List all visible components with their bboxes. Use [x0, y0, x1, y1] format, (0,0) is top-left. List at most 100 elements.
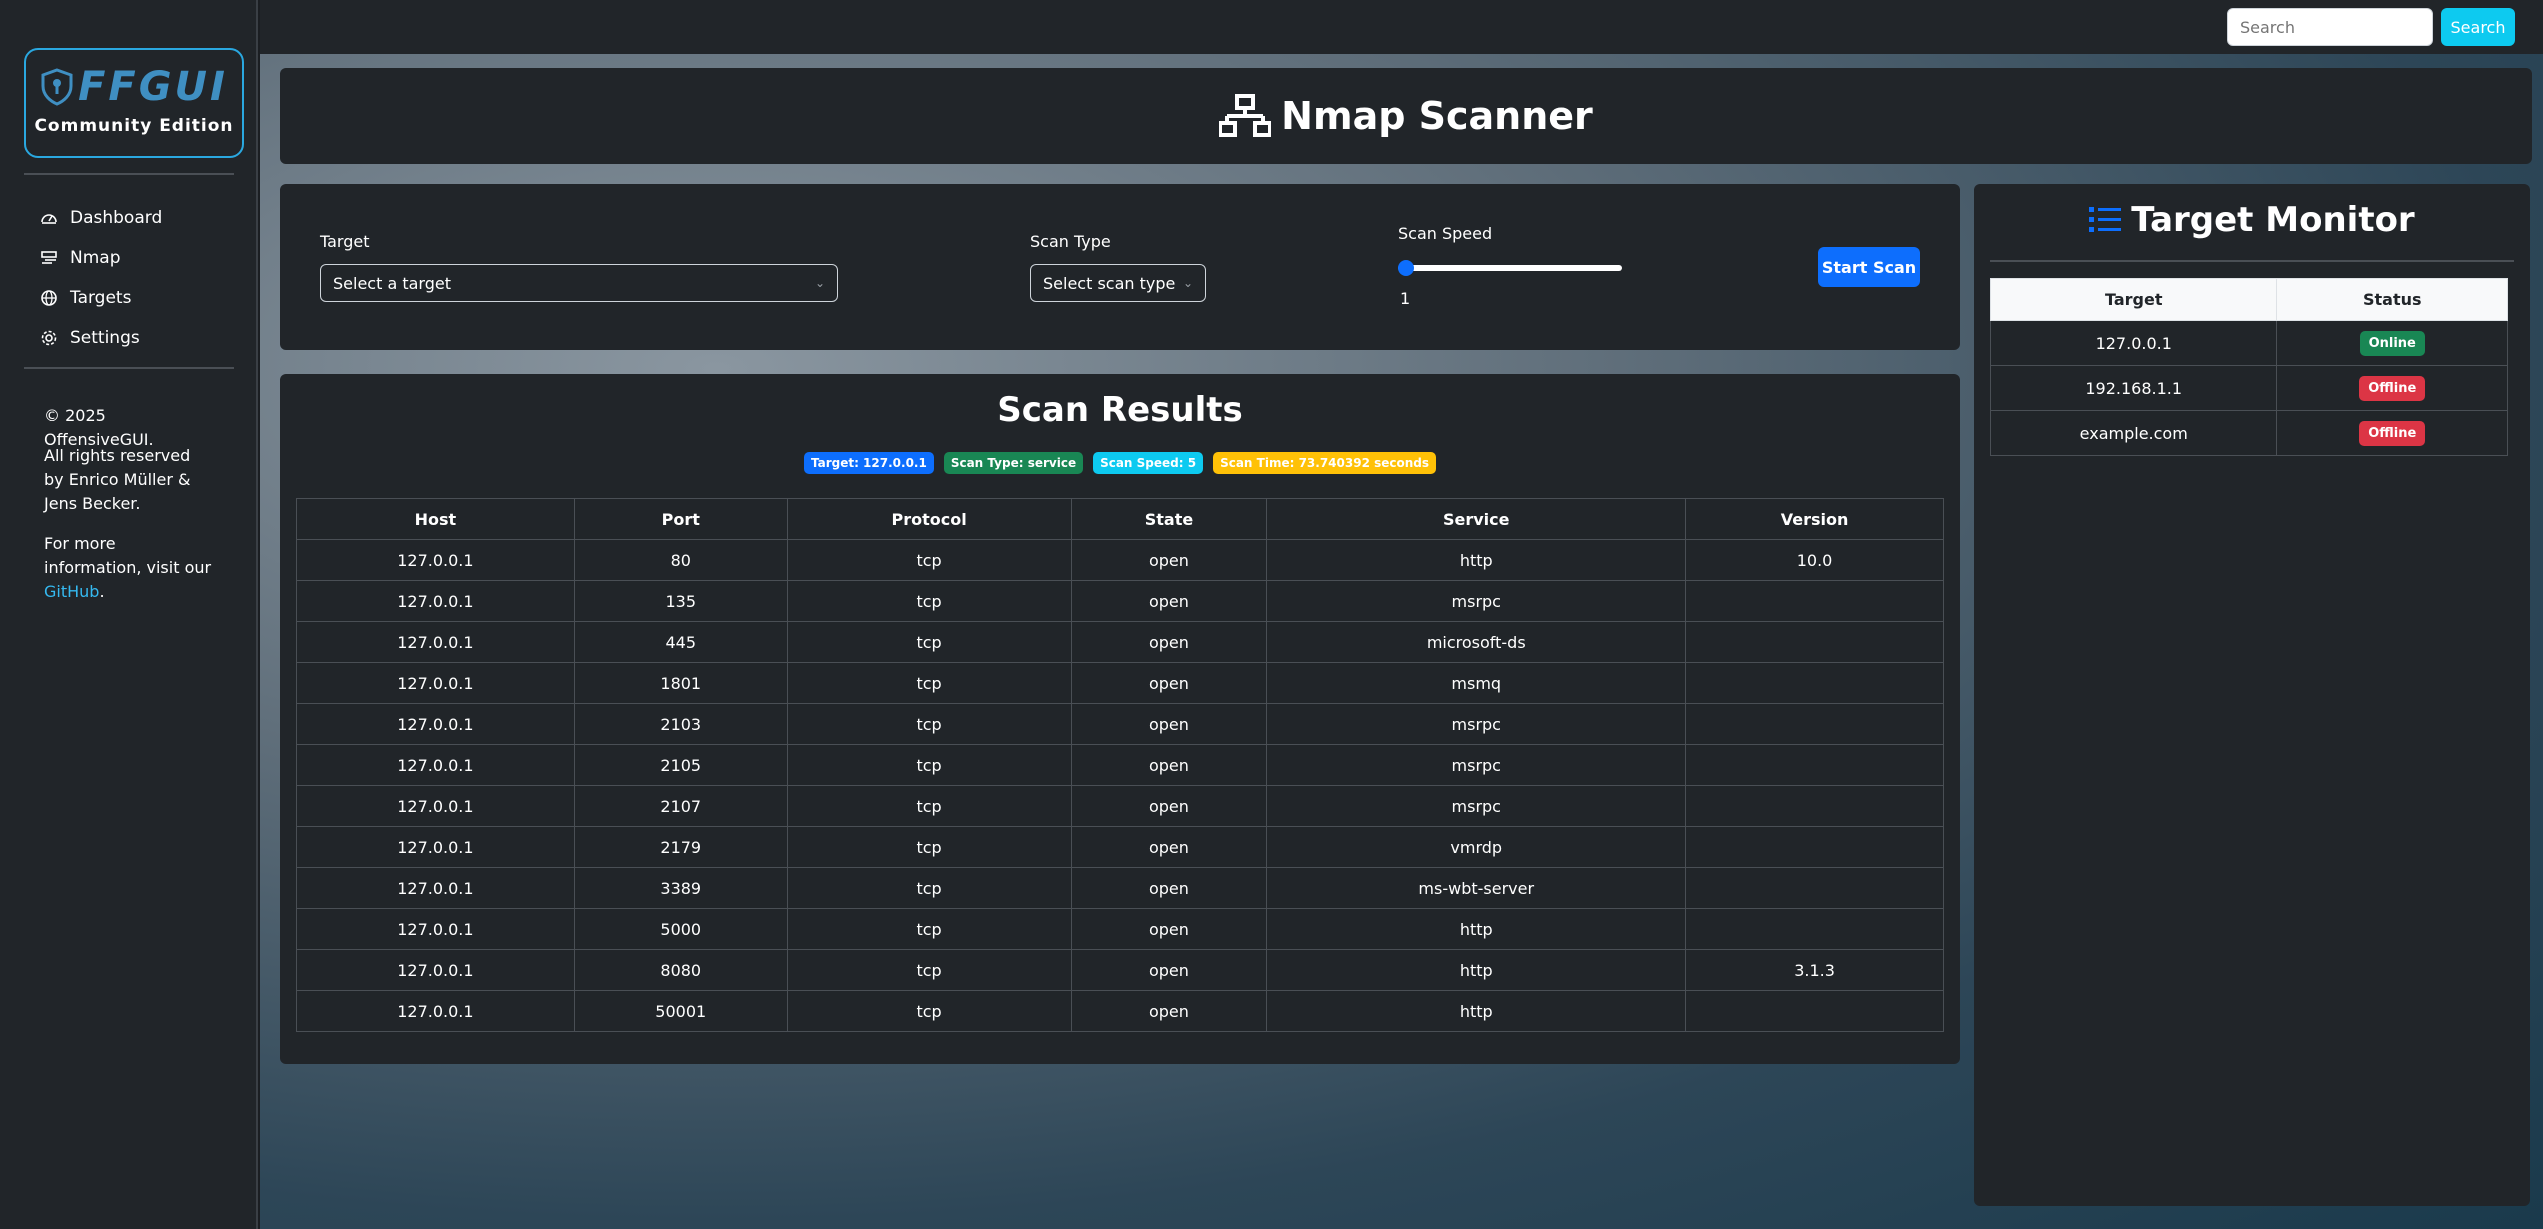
- table-cell: 5000: [573, 908, 788, 950]
- scan-results-panel: Scan Results Target: 127.0.0.1 Scan Type…: [280, 374, 1960, 1064]
- table-cell: tcp: [786, 949, 1072, 991]
- target-label: Target: [320, 232, 370, 251]
- target-select[interactable]: Select a target ⌄: [320, 264, 838, 302]
- table-cell: open: [1070, 621, 1268, 663]
- table-cell: 3389: [573, 867, 788, 909]
- globe-icon: [41, 290, 57, 306]
- table-row: 127.0.0.1 2105 tcp open msrpc: [296, 744, 1944, 786]
- table-cell: msrpc: [1266, 744, 1687, 786]
- table-row: 127.0.0.1 2179 tcp open vmrdp: [296, 826, 1944, 868]
- info-text: For more information, visit our GitHub.: [44, 532, 214, 604]
- sidebar-item-settings[interactable]: Settings: [40, 318, 162, 358]
- table-cell: 127.0.0.1: [296, 867, 575, 909]
- speedometer-icon: [41, 214, 57, 224]
- table-cell: http: [1266, 949, 1687, 991]
- table-cell: open: [1070, 908, 1268, 950]
- table-cell: msrpc: [1266, 703, 1687, 745]
- table-cell: tcp: [786, 908, 1072, 950]
- table-row: 127.0.0.1 50001 tcp open http: [296, 990, 1944, 1032]
- monitor-table-body: 127.0.0.1 Online 192.168.1.1 Offline example…: [1989, 320, 2508, 456]
- chevron-down-icon: ⌄: [814, 276, 825, 290]
- status-cell: Offline: [2276, 365, 2508, 411]
- table-cell: open: [1070, 744, 1268, 786]
- scan-form: Target Select a target ⌄ Scan Type Selec…: [280, 184, 1960, 350]
- scan-speed-value: 1: [1400, 289, 1411, 308]
- table-cell: open: [1070, 990, 1268, 1032]
- table-header-row: Target Status: [1989, 278, 2508, 321]
- table-cell: msmq: [1266, 662, 1687, 704]
- table-cell: [1685, 826, 1944, 868]
- list-icon: [2089, 207, 2122, 232]
- table-cell: 1801: [573, 662, 788, 704]
- table-cell: [1685, 990, 1944, 1032]
- target-monitor-panel: Target Monitor Target Status 127.0.0.1 On…: [1974, 184, 2530, 1206]
- table-cell: open: [1070, 826, 1268, 868]
- table-cell: open: [1070, 949, 1268, 991]
- column-header: Protocol: [786, 498, 1072, 540]
- table-row: 127.0.0.1 Online: [1989, 320, 2508, 366]
- rights-text: All rights reserved by Enrico Müller & J…: [44, 446, 191, 513]
- table-cell: 135: [573, 580, 788, 622]
- sidebar-item-label: Dashboard: [70, 208, 163, 228]
- sidebar-item-label: Targets: [70, 288, 132, 308]
- table-cell: tcp: [786, 990, 1072, 1032]
- table-header-row: Host Port Protocol State Service Version: [296, 498, 1944, 540]
- table-cell: 127.0.0.1: [296, 580, 575, 622]
- table-cell: http: [1266, 908, 1687, 950]
- sidebar-item-dashboard[interactable]: Dashboard: [40, 198, 162, 238]
- table-row: example.com Offline: [1989, 410, 2508, 456]
- search-input[interactable]: [2227, 8, 2433, 46]
- results-table: Host Port Protocol State Service Version…: [296, 498, 1944, 1032]
- table-row: 127.0.0.1 80 tcp open http 10.0: [296, 539, 1944, 581]
- table-cell: [1685, 662, 1944, 704]
- column-header: Service: [1266, 498, 1687, 540]
- results-title: Scan Results: [997, 390, 1243, 430]
- sidebar-divider: [24, 173, 234, 175]
- github-link[interactable]: GitHub: [44, 582, 99, 601]
- sidebar-item-targets[interactable]: Targets: [40, 278, 162, 318]
- table-row: 127.0.0.1 2107 tcp open msrpc: [296, 785, 1944, 827]
- table-cell: [1685, 744, 1944, 786]
- table-cell: tcp: [786, 539, 1072, 581]
- start-scan-button[interactable]: Start Scan: [1818, 247, 1920, 287]
- results-badges: Target: 127.0.0.1 Scan Type: service Sca…: [280, 452, 1960, 474]
- target-cell: 192.168.1.1: [1989, 365, 2278, 411]
- shield-icon: [41, 68, 73, 106]
- sidebar-item-label: Settings: [70, 328, 140, 348]
- table-row: 127.0.0.1 8080 tcp open http 3.1.3: [296, 949, 1944, 991]
- table-cell: 8080: [573, 949, 788, 991]
- monitor-table: Target Status 127.0.0.1 Online 192.168.1.1…: [1989, 278, 2508, 456]
- table-cell: microsoft-ds: [1266, 621, 1687, 663]
- search-button[interactable]: Search: [2441, 8, 2515, 46]
- table-cell: [1685, 785, 1944, 827]
- brand-logo[interactable]: FFGUI Community Edition: [24, 48, 244, 158]
- table-cell: 127.0.0.1: [296, 703, 575, 745]
- scan-type-select[interactable]: Select scan type ⌄: [1030, 264, 1206, 302]
- sidebar-item-label: Nmap: [70, 248, 121, 268]
- brand-title: FFGUI: [26, 64, 242, 110]
- sidebar: FFGUI Community Edition Dashboard Nmap T…: [0, 0, 258, 1229]
- page-header: Nmap Scanner: [280, 68, 2532, 164]
- scan-speed-slider-thumb[interactable]: [1398, 260, 1414, 276]
- table-cell: tcp: [786, 621, 1072, 663]
- table-cell: 127.0.0.1: [296, 744, 575, 786]
- nmap-icon: [41, 251, 57, 264]
- scan-speed-slider[interactable]: [1398, 265, 1622, 271]
- column-header: Version: [1685, 498, 1944, 540]
- chevron-down-icon: ⌄: [1182, 276, 1193, 290]
- target-cell: 127.0.0.1: [1989, 320, 2278, 366]
- table-cell: 127.0.0.1: [296, 949, 575, 991]
- sidebar-item-nmap[interactable]: Nmap: [40, 238, 162, 278]
- target-badge: Target: 127.0.0.1: [803, 452, 934, 474]
- table-cell: msrpc: [1266, 785, 1687, 827]
- table-row: 127.0.0.1 2103 tcp open msrpc: [296, 703, 1944, 745]
- scan-speed-badge: Scan Speed: 5: [1093, 452, 1204, 474]
- table-cell: http: [1266, 990, 1687, 1032]
- table-cell: open: [1070, 539, 1268, 581]
- table-row: 127.0.0.1 135 tcp open msrpc: [296, 580, 1944, 622]
- scan-time-badge: Scan Time: 73.740392 seconds: [1213, 452, 1437, 474]
- table-row: 127.0.0.1 3389 tcp open ms-wbt-server: [296, 867, 1944, 909]
- table-cell: tcp: [786, 826, 1072, 868]
- table-cell: 3.1.3: [1685, 949, 1944, 991]
- status-badge: Offline: [2359, 375, 2426, 401]
